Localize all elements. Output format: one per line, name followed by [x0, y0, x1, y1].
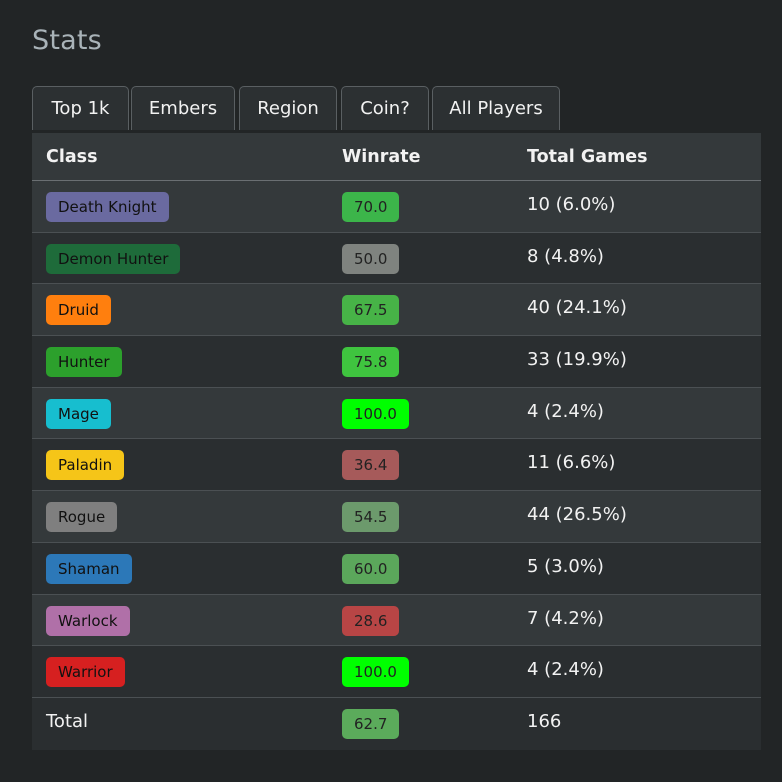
table-header: Class Winrate Total Games	[32, 133, 761, 181]
table-row: Shaman 60.0 5 (3.0%)	[32, 542, 761, 595]
winrate-badge: 67.5	[342, 295, 400, 326]
table-row: Warrior 100.0 4 (2.4%)	[32, 646, 761, 698]
total-games-value: 5 (3.0%)	[527, 555, 604, 577]
tab-region[interactable]: Region	[239, 86, 337, 130]
class-badge: Warlock	[46, 605, 130, 636]
header-class[interactable]: Class	[46, 133, 97, 181]
winrate-badge: 36.4	[342, 450, 400, 481]
table-row: Rogue 54.5 44 (26.5%)	[32, 491, 761, 543]
class-badge: Hunter	[46, 347, 122, 378]
class-badge: Mage	[46, 398, 111, 429]
total-games-value: 4 (2.4%)	[527, 659, 604, 681]
stats-table: Class Winrate Total Games Death Knight 70…	[32, 133, 761, 750]
tab-embers[interactable]: Embers	[131, 86, 235, 130]
class-badge: Paladin	[46, 450, 125, 481]
winrate-badge: 60.0	[342, 553, 400, 584]
total-games-value: 166	[527, 710, 562, 732]
class-badge: Shaman	[46, 553, 132, 584]
total-games-value: 44 (26.5%)	[527, 504, 627, 526]
class-badge: Rogue	[46, 502, 118, 533]
tab-top-1k[interactable]: Top 1k	[32, 86, 129, 130]
winrate-badge: 50.0	[342, 243, 400, 274]
header-total-games[interactable]: Total Games	[527, 133, 648, 181]
winrate-badge: 75.8	[342, 347, 400, 378]
table-row: Hunter 75.8 33 (19.9%)	[32, 336, 761, 388]
total-games-value: 10 (6.0%)	[527, 194, 616, 215]
total-label: Total	[46, 710, 89, 732]
table-total-row: Total 62.7 166	[32, 697, 761, 750]
winrate-badge: 70.0	[342, 192, 400, 222]
total-games-value: 7 (4.2%)	[527, 607, 604, 629]
total-games-value: 4 (2.4%)	[527, 400, 604, 422]
tab-all-players[interactable]: All Players	[432, 86, 560, 130]
table-row: Death Knight 70.0 10 (6.0%)	[32, 181, 761, 233]
total-games-value: 33 (19.9%)	[527, 349, 627, 371]
total-games-value: 8 (4.8%)	[527, 245, 604, 267]
class-badge: Demon Hunter	[46, 243, 181, 274]
class-badge: Death Knight	[46, 192, 169, 222]
header-winrate[interactable]: Winrate	[342, 133, 420, 181]
total-games-value: 11 (6.6%)	[527, 452, 616, 474]
class-badge: Warrior	[46, 657, 125, 688]
table-row: Druid 67.5 40 (24.1%)	[32, 284, 761, 337]
table-body: Death Knight 70.0 10 (6.0%) Demon Hunter 50.…	[32, 181, 761, 698]
winrate-badge: 100.0	[342, 657, 409, 688]
page-title: Stats	[32, 25, 102, 56]
winrate-badge: 100.0	[342, 398, 409, 429]
class-badge: Druid	[46, 295, 111, 326]
table-row: Mage 100.0 4 (2.4%)	[32, 387, 761, 440]
tab-coin[interactable]: Coin?	[341, 86, 429, 130]
winrate-badge: 28.6	[342, 605, 400, 636]
total-games-value: 40 (24.1%)	[527, 297, 627, 319]
table-row: Warlock 28.6 7 (4.2%)	[32, 594, 761, 647]
winrate-badge: 62.7	[342, 708, 400, 739]
table-row: Paladin 36.4 11 (6.6%)	[32, 439, 761, 492]
table-row: Demon Hunter 50.0 8 (4.8%)	[32, 232, 761, 285]
winrate-badge: 54.5	[342, 502, 400, 533]
